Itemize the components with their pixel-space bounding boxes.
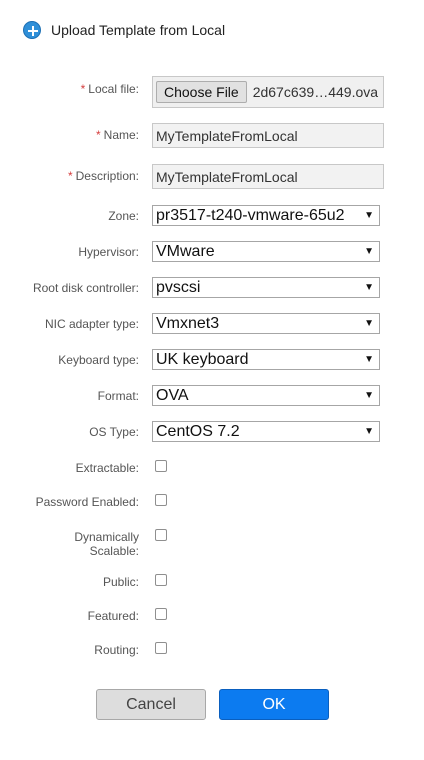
os-type-label: OS Type:	[89, 425, 139, 439]
chevron-down-icon: ▼	[364, 210, 374, 221]
ok-button[interactable]: OK	[219, 689, 329, 720]
hypervisor-select[interactable]: VMware ▼	[152, 241, 380, 262]
plus-circle-icon	[23, 21, 41, 39]
cancel-button[interactable]: Cancel	[96, 689, 206, 720]
routing-label: Routing:	[94, 643, 139, 657]
name-input[interactable]	[152, 123, 384, 148]
public-checkbox[interactable]	[155, 574, 167, 586]
format-select-value: OVA	[156, 387, 189, 404]
public-label: Public:	[102, 575, 139, 589]
file-name: 2d67c639…449.ova	[252, 84, 379, 100]
password-enabled-label: Password Enabled:	[35, 495, 139, 509]
chevron-down-icon: ▼	[364, 426, 374, 437]
dynamically-scalable-label: Dynamically Scalable:	[74, 530, 139, 558]
chevron-down-icon: ▼	[364, 354, 374, 365]
os-type-select[interactable]: CentOS 7.2 ▼	[152, 421, 380, 442]
nic-adapter-type-select[interactable]: Vmxnet3 ▼	[152, 313, 380, 334]
name-label-text: Name:	[103, 128, 139, 142]
featured-label: Featured:	[87, 609, 139, 623]
chevron-down-icon: ▼	[364, 318, 374, 329]
chevron-down-icon: ▼	[364, 282, 374, 293]
root-disk-controller-select-value: pvscsi	[156, 279, 201, 296]
local-file-label: * Local file:	[9, 82, 139, 96]
keyboard-type-select-value: UK keyboard	[156, 351, 249, 368]
password-enabled-checkbox[interactable]	[155, 494, 167, 506]
format-label: Format:	[97, 389, 139, 403]
local-file-label-text: Local file:	[88, 82, 139, 96]
chevron-down-icon: ▼	[364, 390, 374, 401]
zone-select-value: pr3517-t240-vmware-65u2	[156, 207, 345, 224]
routing-checkbox[interactable]	[155, 642, 167, 654]
nic-adapter-type-select-value: Vmxnet3	[156, 315, 220, 332]
root-disk-controller-select[interactable]: pvscsi ▼	[152, 277, 380, 298]
description-label: * Description:	[9, 169, 139, 183]
dialog-title: Upload Template from Local	[51, 22, 226, 38]
required-marker: *	[95, 128, 101, 142]
name-label: * Name:	[9, 128, 139, 142]
chevron-down-icon: ▼	[364, 246, 374, 257]
format-select[interactable]: OVA ▼	[152, 385, 380, 406]
description-label-text: Description:	[75, 169, 139, 183]
description-input[interactable]	[152, 164, 384, 189]
keyboard-type-label: Keyboard type:	[58, 353, 139, 367]
zone-label: Zone:	[108, 209, 139, 223]
extractable-checkbox[interactable]	[155, 460, 167, 472]
os-type-select-value: CentOS 7.2	[156, 423, 240, 440]
required-marker: *	[80, 82, 86, 96]
dialog-header: Upload Template from Local	[23, 19, 225, 41]
nic-adapter-type-label: NIC adapter type:	[44, 317, 139, 331]
extractable-label: Extractable:	[75, 461, 139, 475]
hypervisor-select-value: VMware	[156, 243, 215, 260]
choose-file-button[interactable]: Choose File	[156, 81, 247, 103]
zone-select[interactable]: pr3517-t240-vmware-65u2 ▼	[152, 205, 380, 226]
dynamically-scalable-checkbox[interactable]	[155, 529, 167, 541]
root-disk-controller-label: Root disk controller:	[32, 281, 139, 295]
featured-checkbox[interactable]	[155, 608, 167, 620]
hypervisor-label: Hypervisor:	[78, 245, 139, 259]
keyboard-type-select[interactable]: UK keyboard ▼	[152, 349, 380, 370]
local-file-field: Choose File 2d67c639…449.ova	[152, 76, 384, 108]
required-marker: *	[67, 169, 73, 183]
